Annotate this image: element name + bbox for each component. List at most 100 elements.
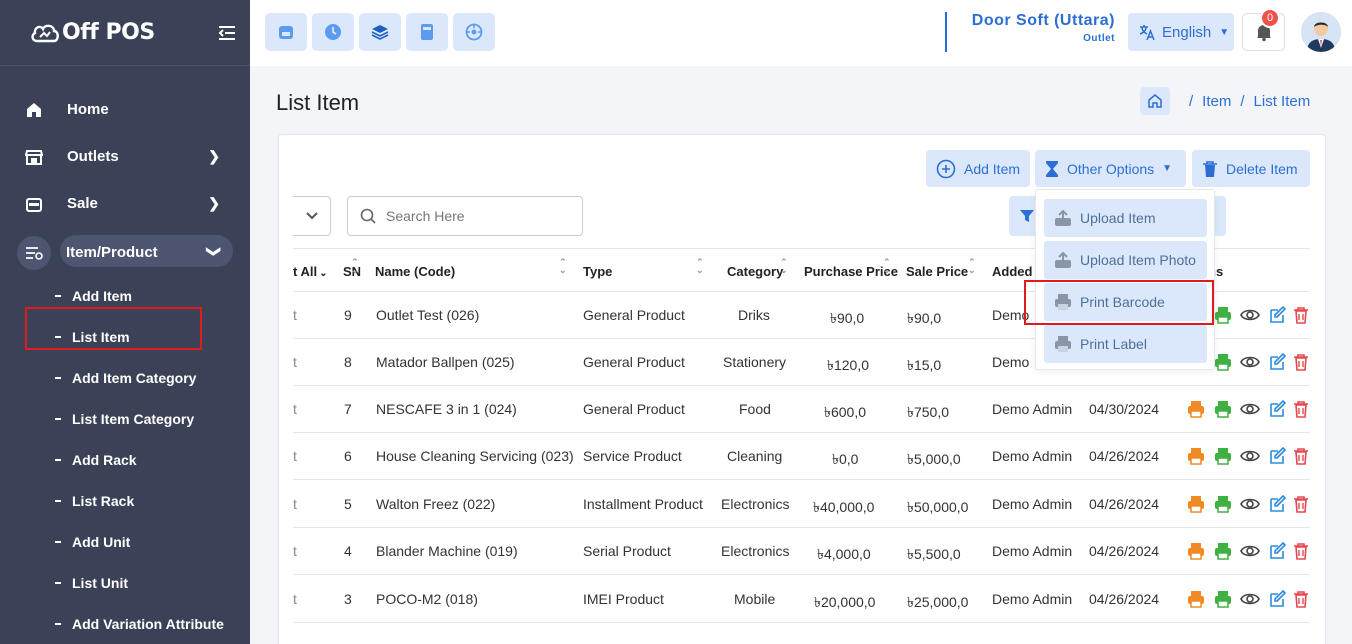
- header-sale-price[interactable]: Sale Price: [906, 264, 968, 279]
- calculator-icon: [421, 24, 433, 40]
- print-label-icon[interactable]: [1214, 542, 1232, 560]
- pos-quick-button[interactable]: [265, 13, 307, 51]
- header-select-all[interactable]: t All ⌄: [293, 264, 327, 279]
- header-select-all-label: t All: [293, 264, 318, 279]
- chevron-right-icon: ❯: [208, 148, 220, 164]
- edit-icon[interactable]: [1269, 399, 1287, 418]
- print-label-icon[interactable]: [1214, 590, 1232, 608]
- dashboard-quick-button[interactable]: [453, 13, 495, 51]
- row-checkbox[interactable]: t: [293, 543, 297, 559]
- add-item-button[interactable]: Add Item: [926, 150, 1030, 187]
- sidebar-subitem-list-unit[interactable]: List Unit: [0, 562, 250, 603]
- select-all-dropdown[interactable]: [293, 196, 331, 236]
- chevron-down-icon: [305, 212, 318, 220]
- edit-icon[interactable]: [1269, 494, 1287, 513]
- menu-item-upload-item-photo[interactable]: Upload Item Photo: [1044, 241, 1207, 279]
- breadcrumb-separator: /: [1189, 92, 1194, 110]
- sidebar-item-outlets[interactable]: Outlets ❯: [0, 133, 250, 180]
- view-icon[interactable]: [1240, 495, 1260, 513]
- view-icon[interactable]: [1240, 590, 1260, 608]
- layers-icon: [371, 25, 389, 40]
- history-quick-button[interactable]: [312, 13, 354, 51]
- other-options-button[interactable]: Other Options ▼: [1035, 150, 1186, 187]
- row-checkbox[interactable]: t: [293, 448, 297, 464]
- app-logo[interactable]: Off POS: [30, 20, 155, 45]
- cell-sale-price: ৳5,500,0: [907, 546, 961, 562]
- print-label-icon[interactable]: [1214, 353, 1232, 371]
- edit-icon[interactable]: [1269, 305, 1287, 324]
- view-icon[interactable]: [1240, 542, 1260, 560]
- sidebar-subitem-add-item-category[interactable]: Add Item Category: [0, 357, 250, 398]
- edit-icon[interactable]: [1269, 446, 1287, 465]
- calculator-quick-button[interactable]: [406, 13, 448, 51]
- breadcrumb-item[interactable]: Item: [1202, 93, 1231, 110]
- outlet-indicator[interactable]: Door Soft (Uttara) Outlet: [945, 12, 1115, 52]
- sidebar-item-label: Item/Product: [66, 244, 158, 261]
- layers-quick-button[interactable]: [359, 13, 401, 51]
- menu-item-upload-item[interactable]: Upload Item: [1044, 199, 1207, 237]
- brand-name: Off POS: [62, 20, 155, 45]
- delete-item-button[interactable]: Delete Item: [1192, 150, 1310, 187]
- search-input[interactable]: [386, 208, 566, 224]
- cell-type: General Product: [583, 354, 685, 370]
- sidebar-subitem-add-rack[interactable]: Add Rack: [0, 439, 250, 480]
- delete-icon[interactable]: [1293, 447, 1311, 465]
- delete-icon[interactable]: [1293, 590, 1311, 608]
- print-label-icon[interactable]: [1214, 400, 1232, 418]
- language-select[interactable]: English ▼: [1128, 13, 1234, 51]
- row-checkbox[interactable]: t: [293, 401, 297, 417]
- collapse-menu-icon[interactable]: [216, 22, 238, 44]
- header-type[interactable]: Type: [583, 264, 612, 279]
- print-label-icon[interactable]: [1214, 447, 1232, 465]
- header-category[interactable]: Category: [727, 264, 783, 279]
- delete-icon[interactable]: [1293, 400, 1311, 418]
- row-checkbox[interactable]: t: [293, 496, 297, 512]
- row-checkbox[interactable]: t: [293, 307, 297, 323]
- home-icon[interactable]: [1140, 87, 1170, 115]
- cell-added-by: Demo Admin: [992, 543, 1073, 559]
- menu-item-print-label[interactable]: Print Label: [1044, 325, 1207, 363]
- sidebar-item-item-product[interactable]: Item/Product ❯: [0, 230, 250, 275]
- sidebar-subitem-label: Add Item: [72, 287, 132, 304]
- delete-icon[interactable]: [1293, 542, 1311, 560]
- sidebar-item-sale[interactable]: Sale ❯: [0, 180, 250, 227]
- print-label-icon[interactable]: [1214, 306, 1232, 324]
- edit-icon[interactable]: [1269, 589, 1287, 608]
- printer-icon: [1055, 336, 1071, 352]
- delete-icon[interactable]: [1293, 306, 1311, 324]
- view-icon[interactable]: [1240, 447, 1260, 465]
- view-icon[interactable]: [1240, 353, 1260, 371]
- print-barcode-icon[interactable]: [1187, 542, 1205, 560]
- search-box[interactable]: [347, 196, 583, 236]
- sidebar-subitem-list-rack[interactable]: List Rack: [0, 480, 250, 521]
- sidebar-subitem-add-unit[interactable]: Add Unit: [0, 521, 250, 562]
- sidebar-subitem-list-item-category[interactable]: List Item Category: [0, 398, 250, 439]
- sidebar-subitem-add-variation-attribute[interactable]: Add Variation Attribute: [0, 603, 250, 644]
- dash: [55, 294, 61, 297]
- print-barcode-icon[interactable]: [1187, 590, 1205, 608]
- delete-icon[interactable]: [1293, 495, 1311, 513]
- cell-name: Matador Ballpen (025): [376, 354, 515, 370]
- cell-category: Food: [739, 401, 771, 417]
- row-checkbox[interactable]: t: [293, 591, 297, 607]
- print-barcode-icon[interactable]: [1187, 447, 1205, 465]
- edit-icon[interactable]: [1269, 541, 1287, 560]
- print-barcode-icon[interactable]: [1187, 400, 1205, 418]
- row-checkbox[interactable]: t: [293, 354, 297, 370]
- view-icon[interactable]: [1240, 400, 1260, 418]
- edit-icon[interactable]: [1269, 352, 1287, 371]
- print-barcode-icon[interactable]: [1187, 495, 1205, 513]
- caret-down-icon: ▼: [1162, 163, 1173, 174]
- view-icon[interactable]: [1240, 306, 1260, 324]
- user-avatar[interactable]: [1301, 12, 1341, 52]
- header-name[interactable]: Name (Code): [375, 264, 455, 279]
- clock-icon: [325, 24, 341, 40]
- sidebar-item-label: Sale: [67, 195, 98, 212]
- header-added-by[interactable]: Added: [992, 264, 1032, 279]
- sidebar-item-home[interactable]: Home: [0, 86, 250, 133]
- print-label-icon[interactable]: [1214, 495, 1232, 513]
- cloud-logo-icon: [31, 24, 59, 42]
- notification-badge: 0: [1260, 8, 1280, 28]
- sidebar-subitem-label: Add Unit: [72, 533, 131, 550]
- delete-icon[interactable]: [1293, 353, 1311, 371]
